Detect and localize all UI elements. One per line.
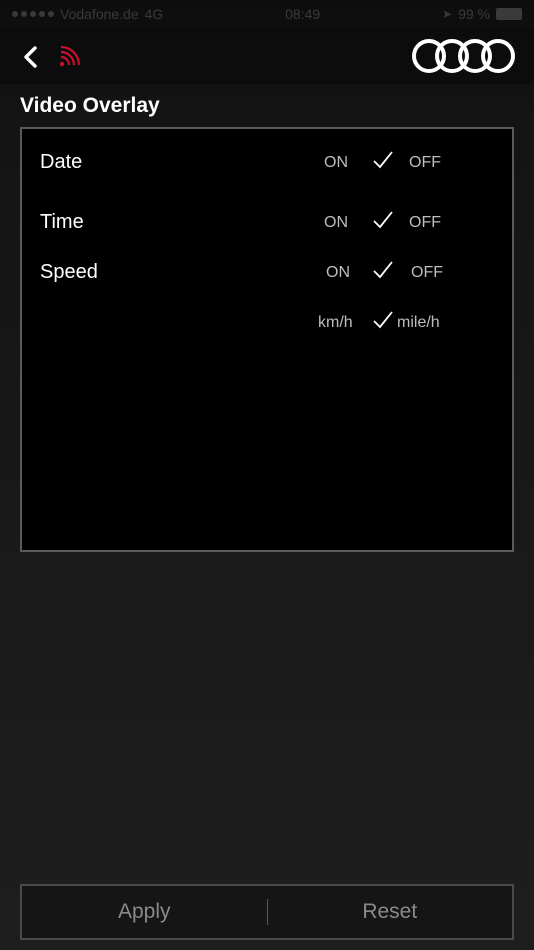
date-off-option[interactable]: OFF — [409, 154, 441, 172]
battery-icon — [495, 8, 522, 20]
time-check-icon[interactable] — [372, 209, 394, 231]
setting-row-date: Date ON OFF — [22, 143, 512, 183]
unit-check-icon[interactable] — [372, 309, 394, 331]
time-off-option[interactable]: OFF — [409, 214, 441, 232]
apply-button[interactable]: Apply — [22, 886, 267, 938]
status-right: ➤ 99 % — [442, 6, 522, 22]
setting-row-time: Time ON OFF — [22, 203, 512, 243]
audi-rings-logo — [412, 39, 515, 73]
time-on-option[interactable]: ON — [324, 214, 348, 232]
speed-off-option[interactable]: OFF — [411, 264, 443, 282]
overlay-settings-panel: Date ON OFF Time ON OFF Speed ON OFF km/… — [20, 127, 514, 552]
unit-kmh-option[interactable]: km/h — [318, 314, 353, 332]
reset-button[interactable]: Reset — [268, 886, 513, 938]
setting-row-speed: Speed ON OFF — [22, 253, 512, 293]
setting-label-date: Date — [40, 151, 83, 173]
setting-label-speed: Speed — [40, 261, 98, 283]
status-left: Vodafone.de 4G — [12, 6, 163, 22]
setting-label-time: Time — [40, 211, 84, 233]
chevron-left-icon — [24, 46, 37, 68]
page-title: Video Overlay — [20, 94, 160, 117]
location-icon: ➤ — [442, 7, 453, 21]
date-check-icon[interactable] — [372, 149, 394, 171]
carrier-label: Vodafone.de — [60, 6, 139, 22]
speed-on-option[interactable]: ON — [326, 264, 350, 282]
top-nav — [0, 28, 534, 84]
date-on-option[interactable]: ON — [324, 154, 348, 172]
screen: Vodafone.de 4G 08:49 ➤ 99 % Video Overla… — [0, 0, 534, 950]
status-time: 08:49 — [285, 6, 321, 22]
connection-signal-icon — [59, 45, 81, 67]
battery-percent: 99 % — [458, 6, 490, 22]
status-bar: Vodafone.de 4G 08:49 ➤ 99 % — [0, 0, 534, 28]
back-button[interactable] — [16, 42, 44, 72]
setting-row-speed-unit: km/h mile/h — [22, 303, 512, 343]
signal-strength-icon — [12, 11, 54, 17]
bottom-action-bar: Apply Reset — [20, 884, 514, 940]
unit-mileh-option[interactable]: mile/h — [397, 314, 440, 332]
speed-check-icon[interactable] — [372, 259, 394, 281]
network-label: 4G — [144, 6, 164, 22]
